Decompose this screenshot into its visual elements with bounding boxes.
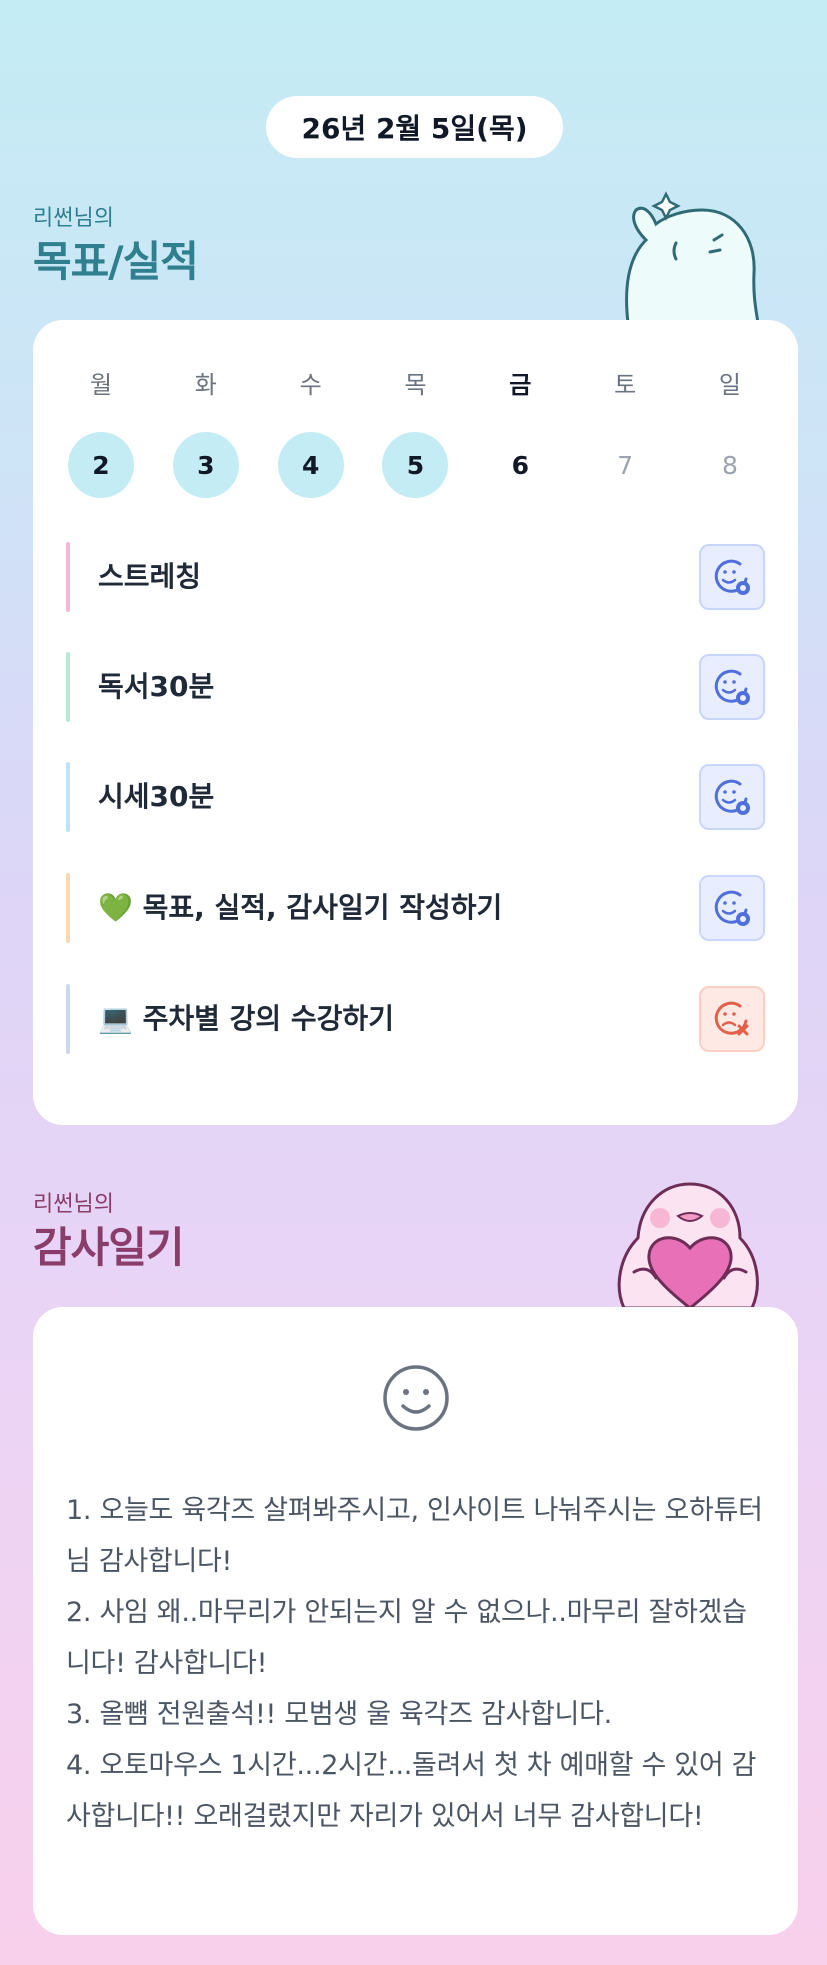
goal-done-button[interactable]: [699, 654, 765, 720]
day-sat[interactable]: 토 7: [590, 368, 660, 498]
diary-entry-text: 1. 오늘도 육각즈 살펴봐주시고, 인사이트 나눠주시는 오하튜터님 감사합니…: [66, 1485, 768, 1842]
diary-line: 3. 올뻄 전원출석!! 모범생 울 육각즈 감사합니다.: [66, 1699, 612, 1730]
diary-card: 1. 오늘도 육각즈 살펴봐주시고, 인사이트 나눠주시는 오하튜터님 감사합니…: [33, 1307, 798, 1935]
day-name: 금: [509, 371, 532, 399]
day-name: 월: [89, 371, 113, 399]
day-number[interactable]: 4: [277, 432, 344, 498]
diary-line: 2. 사임 왜..마무리가 안되는지 알 수 없으나..마무리 잘하겠습니다! …: [66, 1597, 747, 1679]
day-wed[interactable]: 수 4: [276, 368, 346, 498]
heart-hugging-mascot-icon: [617, 1182, 759, 1308]
day-name: 목: [404, 371, 427, 399]
day-number[interactable]: 8: [697, 432, 763, 498]
smile-check-icon: [714, 779, 750, 815]
day-name: 일: [718, 371, 742, 399]
day-number[interactable]: 5: [382, 432, 449, 498]
day-fri[interactable]: 금 6: [485, 368, 555, 498]
goal-color-bar: [66, 873, 70, 943]
smile-check-icon: [714, 559, 750, 595]
smile-check-icon: [714, 669, 750, 705]
goal-done-button[interactable]: [699, 544, 765, 610]
day-name: 화: [194, 371, 217, 399]
day-number[interactable]: 7: [592, 432, 658, 498]
day-mon[interactable]: 월 2: [66, 368, 136, 498]
day-number[interactable]: 6: [487, 432, 553, 498]
day-thu[interactable]: 목 5: [380, 368, 450, 498]
day-name: 토: [614, 371, 637, 399]
day-name: 수: [299, 371, 322, 399]
smile-face-icon[interactable]: [380, 1362, 452, 1434]
goal-done-button[interactable]: [699, 875, 765, 941]
goal-fail-button[interactable]: [699, 986, 765, 1052]
goal-color-bar: [66, 542, 70, 612]
goal-item: 시세30분: [66, 762, 765, 832]
goal-color-bar: [66, 652, 70, 722]
goal-label: 독서30분: [98, 670, 215, 703]
goal-label: 시세30분: [98, 780, 215, 813]
smile-check-icon: [714, 890, 750, 926]
goal-label: 스트레칭: [98, 560, 202, 593]
week-strip: 월 2 화 3 수 4 목 5 금 6 토 7 일 8: [66, 368, 765, 498]
goal-done-button[interactable]: [699, 764, 765, 830]
goal-item: 💻 주차별 강의 수강하기: [66, 984, 765, 1054]
goals-card: 월 2 화 3 수 4 목 5 금 6 토 7 일 8 스트레칭 독서30분 시…: [33, 320, 798, 1125]
smile-x-icon: [714, 1001, 749, 1036]
goals-title: 목표/실적: [33, 237, 199, 286]
goal-label: 💚 목표, 실적, 감사일기 작성하기: [98, 891, 503, 924]
diary-line: 1. 오늘도 육각즈 살펴봐주시고, 인사이트 나눠주시는 오하튜터님 감사합니…: [66, 1495, 763, 1577]
day-sun[interactable]: 일 8: [695, 368, 765, 498]
day-number[interactable]: 2: [68, 432, 134, 498]
diary-title: 감사일기: [33, 1223, 185, 1272]
goal-item: 스트레칭: [66, 542, 765, 612]
date-pill[interactable]: 26년 2월 5일(목): [266, 96, 563, 158]
goal-color-bar: [66, 762, 70, 832]
diary-line: 4. 오토마우스 1시간...2시간...돌려서 첫 차 예매할 수 있어 감사…: [66, 1750, 757, 1832]
day-tue[interactable]: 화 3: [171, 368, 241, 498]
waving-ghost-mascot-icon: [625, 191, 760, 323]
goal-item: 💚 목표, 실적, 감사일기 작성하기: [66, 873, 765, 943]
goal-color-bar: [66, 984, 70, 1054]
day-number[interactable]: 3: [172, 432, 239, 498]
goal-item: 독서30분: [66, 652, 765, 722]
goal-label: 💻 주차별 강의 수강하기: [98, 1002, 394, 1035]
